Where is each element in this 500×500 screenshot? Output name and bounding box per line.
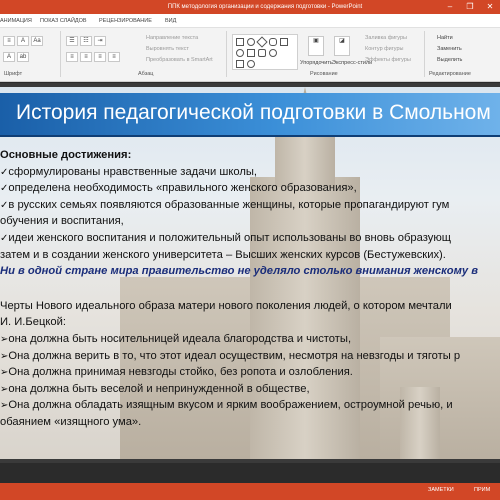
- smartart-button[interactable]: Преобразовать в SmartArt: [146, 57, 213, 63]
- ribbon-divider: [226, 31, 227, 77]
- lower-strip: [0, 463, 500, 483]
- clear-format-icon[interactable]: Aa: [31, 36, 43, 46]
- rectangle-shape-icon[interactable]: [236, 38, 244, 46]
- list-item: ➢Она должна верить в то, что этот идеал …: [0, 349, 461, 362]
- circle-shape-icon[interactable]: [236, 49, 244, 57]
- achievements-heading: Основные достижения:: [0, 149, 132, 161]
- restore-button[interactable]: ❐: [460, 0, 480, 14]
- tab-slideshow[interactable]: ПОКАЗ СЛАЙДОВ: [40, 18, 87, 24]
- align-center-icon[interactable]: ≡: [80, 52, 92, 62]
- align-left-icon[interactable]: ≡: [66, 52, 78, 62]
- paragraph-group-label: Абзац: [138, 71, 154, 77]
- replace-button[interactable]: Заменить: [437, 46, 462, 52]
- drawing-group-label: Рисование: [310, 71, 338, 77]
- smiley-shape-icon[interactable]: [269, 49, 277, 57]
- list-item: ➢Она должна принимая невзгоды стойко, бе…: [0, 366, 353, 379]
- rounded-rect-shape-icon[interactable]: [269, 38, 277, 46]
- indent-icon[interactable]: ⇥: [94, 36, 106, 46]
- bullets-icon[interactable]: ☰: [66, 36, 78, 46]
- comments-button[interactable]: ПРИМ: [474, 487, 490, 493]
- ribbon: ≡ A Aa A ab Шрифт ☰ ☷ ⇥ ≡ ≡ ≡ ≡ Направле…: [0, 28, 500, 82]
- frame-shape-icon[interactable]: [236, 60, 244, 68]
- shape-effects-button[interactable]: Эффекты фигуры: [365, 57, 411, 63]
- font-color-icon[interactable]: A: [3, 52, 15, 62]
- slide-body[interactable]: Основные достижения: ✓сформулированы нра…: [0, 147, 500, 431]
- list-item-continuation: обучения и воспитания,: [0, 215, 124, 228]
- ribbon-tabs: АНИМАЦИЯ ПОКАЗ СЛАЙДОВ РЕЦЕНЗИРОВАНИЕ ВИ…: [0, 14, 500, 28]
- find-button[interactable]: Найти: [437, 35, 453, 41]
- ring-shape-icon[interactable]: [247, 60, 255, 68]
- list-item-continuation: затем и в создании женского университета…: [0, 248, 446, 261]
- arrange-icon[interactable]: ▣: [308, 36, 324, 56]
- tab-view[interactable]: ВИД: [165, 18, 176, 24]
- title-bar: ППК методология организации и содержания…: [0, 0, 500, 14]
- traits-author: И. И.Бецкой:: [0, 316, 66, 329]
- bold-icon[interactable]: ≡: [3, 36, 15, 46]
- list-item: ➢она должна быть носительницей идеала бл…: [0, 332, 352, 345]
- list-item: ✓определена необходимость «правильного ж…: [0, 182, 357, 195]
- minimize-button[interactable]: –: [440, 0, 460, 14]
- editing-group-label: Редактирование: [429, 71, 471, 77]
- numbering-icon[interactable]: ☷: [80, 36, 92, 46]
- shapes-gallery[interactable]: [232, 34, 298, 70]
- list-item: ✓идеи женского воспитания и положительны…: [0, 231, 451, 244]
- ribbon-divider: [424, 31, 425, 77]
- notes-button[interactable]: ЗАМЕТКИ: [428, 487, 454, 493]
- list-item: ➢Она должна обладать изящным вкусом и яр…: [0, 399, 453, 412]
- tab-animation[interactable]: АНИМАЦИЯ: [0, 18, 32, 24]
- shape-outline-button[interactable]: Контур фигуры: [365, 46, 403, 52]
- slide-title: История педагогической подготовки в Смол…: [16, 101, 491, 124]
- emphasis-line: Ни в одной стране мира правительство не …: [0, 265, 478, 278]
- shape-fill-button[interactable]: Заливка фигуры: [365, 35, 407, 41]
- arrange-button[interactable]: Упорядочить: [300, 60, 333, 66]
- text-direction-button[interactable]: Направление текста: [146, 35, 198, 41]
- callout-shape-icon[interactable]: [258, 49, 266, 57]
- oval-shape-icon[interactable]: [247, 38, 255, 46]
- list-item: ➢она должна быть веселой и непринужденно…: [0, 382, 310, 395]
- slide-title-band: История педагогической подготовки в Смол…: [0, 93, 500, 137]
- traits-intro: Черты Нового идеального образа матери но…: [0, 299, 452, 312]
- align-right-icon[interactable]: ≡: [94, 52, 106, 62]
- font-group-label: Шрифт: [4, 71, 23, 77]
- font-size-icon[interactable]: A: [17, 36, 29, 46]
- justify-icon[interactable]: ≡: [108, 52, 120, 62]
- close-button[interactable]: ✕: [480, 0, 500, 14]
- slide-editor: История педагогической подготовки в Смол…: [0, 83, 500, 463]
- list-item-continuation: обаянием «изящного ума».: [0, 415, 142, 428]
- slide-canvas[interactable]: История педагогической подготовки в Смол…: [0, 87, 500, 459]
- tab-review[interactable]: РЕЦЕНЗИРОВАНИЕ: [99, 18, 152, 24]
- diamond-shape-icon[interactable]: [256, 36, 268, 48]
- align-text-button[interactable]: Выровнять текст: [146, 46, 189, 52]
- list-item: ✓сформулированы нравственные задачи школ…: [0, 165, 258, 178]
- list-item: ✓в русских семьях появляются образованны…: [0, 198, 450, 211]
- window-title: ППК методология организации и содержания…: [167, 4, 363, 10]
- highlight-icon[interactable]: ab: [17, 52, 29, 62]
- quick-styles-icon[interactable]: ◪: [334, 36, 350, 56]
- status-bar: ЗАМЕТКИ ПРИМ: [0, 483, 500, 500]
- ribbon-divider: [60, 31, 61, 77]
- square-shape-icon[interactable]: [280, 38, 288, 46]
- box-shape-icon[interactable]: [247, 49, 255, 57]
- select-button[interactable]: Выделить: [437, 57, 462, 63]
